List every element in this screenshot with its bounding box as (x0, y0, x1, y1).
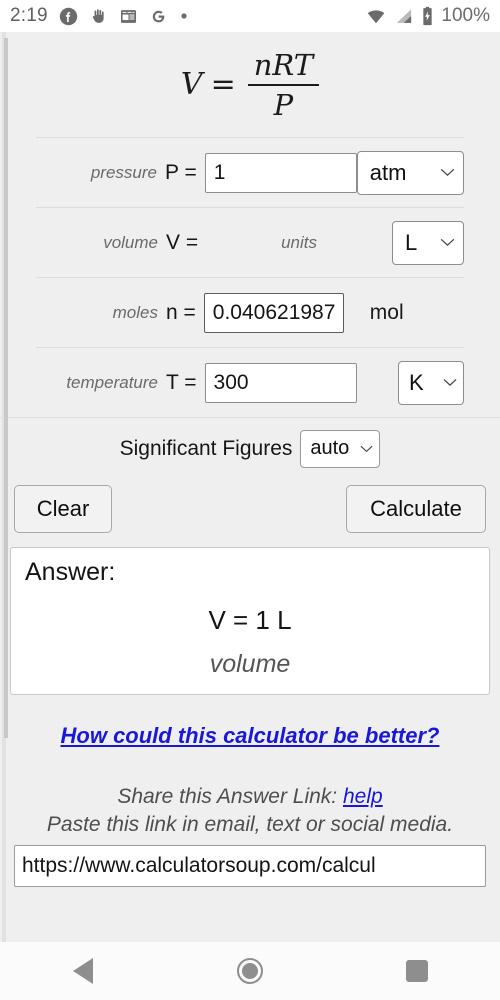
home-icon (236, 958, 263, 984)
battery-percent: 100% (441, 5, 490, 26)
moles-input[interactable] (203, 292, 344, 333)
status-bar: 2:19 100% (0, 0, 500, 32)
significant-figures-select[interactable]: auto (300, 429, 381, 468)
page-content: V = nRT P pressure P = atm (0, 32, 500, 942)
status-bar-right: 100% (365, 5, 490, 27)
answer-value: V = 1 L (208, 605, 292, 635)
status-bar-left: 2:19 (10, 5, 189, 27)
facebook-icon (59, 7, 78, 26)
back-icon (73, 958, 94, 984)
moles-unit-text: mol (369, 300, 404, 324)
pressure-unit-select[interactable]: atm (356, 150, 464, 195)
share-url-wrapper (0, 837, 500, 887)
formula-display: V = nRT P (0, 32, 500, 137)
signal-icon (394, 7, 414, 26)
volume-unit-select[interactable]: L (392, 220, 464, 265)
dot-icon (179, 11, 189, 21)
pressure-input[interactable] (204, 152, 357, 193)
android-nav-bar (0, 942, 500, 1000)
pressure-label: pressure (90, 162, 157, 182)
row-temperature: temperature T = K (36, 347, 464, 417)
row-volume: volume V = units L (36, 207, 464, 277)
temperature-unit-select[interactable]: K (398, 360, 464, 405)
pressure-unit-value: atm (369, 159, 407, 185)
formula-denominator: P (273, 87, 294, 122)
formula: V = nRT P (180, 47, 320, 122)
share-url-input[interactable] (14, 845, 486, 887)
chevron-down-icon (432, 238, 455, 247)
nav-recents-button[interactable] (382, 942, 452, 1000)
phone-screen: 2:19 100% V = nRT P pressure P = 1 atm v… (0, 0, 500, 1000)
moles-label: moles (112, 302, 158, 322)
google-icon (149, 7, 168, 26)
formula-fraction: nRT P (247, 47, 320, 122)
recents-icon (405, 960, 428, 982)
status-time: 2:19 (10, 5, 48, 26)
temperature-symbol: T = (166, 370, 197, 394)
moles-symbol: n = (166, 300, 196, 324)
formula-lhs: V (180, 67, 203, 102)
feedback-link[interactable]: How could this calculator be better? (61, 723, 440, 748)
volume-label: volume (103, 232, 158, 252)
volume-symbol: V = (166, 230, 199, 254)
formula-numerator: nRT (253, 47, 314, 82)
action-buttons: Clear Calculate (0, 479, 500, 543)
significant-figures-value: auto (310, 437, 350, 459)
temperature-input[interactable] (204, 362, 357, 403)
hand-icon (89, 7, 108, 26)
volume-unit-value: L (405, 229, 418, 255)
page-scrollbar-thumb[interactable] (4, 38, 8, 738)
answer-box: Answer: V = 1 L volume (10, 547, 490, 695)
share-prefix: Share this Answer Link: (117, 785, 338, 808)
row-moles: moles n = mol (36, 277, 464, 347)
battery-charging-icon (421, 6, 434, 26)
nav-home-button[interactable] (215, 942, 285, 1000)
news-icon (119, 7, 138, 26)
share-section: Share this Answer Link: help Paste this … (0, 785, 500, 837)
significant-figures-label: Significant Figures (119, 436, 293, 460)
wifi-icon (365, 7, 387, 26)
calculate-button[interactable]: Calculate (346, 485, 486, 533)
significant-figures-row: Significant Figures auto (0, 417, 500, 479)
page-scrollbar[interactable] (2, 32, 8, 942)
chevron-down-icon (437, 378, 457, 387)
nav-back-button[interactable] (48, 942, 118, 1000)
formula-equals: = (210, 67, 236, 102)
share-instruction: Paste this link in email, text or social… (46, 813, 454, 836)
input-rows: pressure P = atm volume V = units L (0, 137, 500, 417)
clear-button[interactable]: Clear (14, 485, 112, 533)
chevron-down-icon (356, 445, 373, 453)
pressure-symbol: P = (164, 160, 197, 184)
answer-subtitle: volume (209, 650, 291, 678)
row-pressure: pressure P = atm (36, 137, 464, 207)
temperature-label: temperature (66, 372, 158, 392)
feedback-section: How could this calculator be better? (0, 723, 500, 749)
share-help-link[interactable]: help (343, 785, 383, 808)
chevron-down-icon (428, 168, 455, 177)
answer-title: Answer: (25, 558, 116, 586)
temperature-unit-value: K (409, 369, 424, 395)
volume-units-label: units (281, 232, 318, 252)
